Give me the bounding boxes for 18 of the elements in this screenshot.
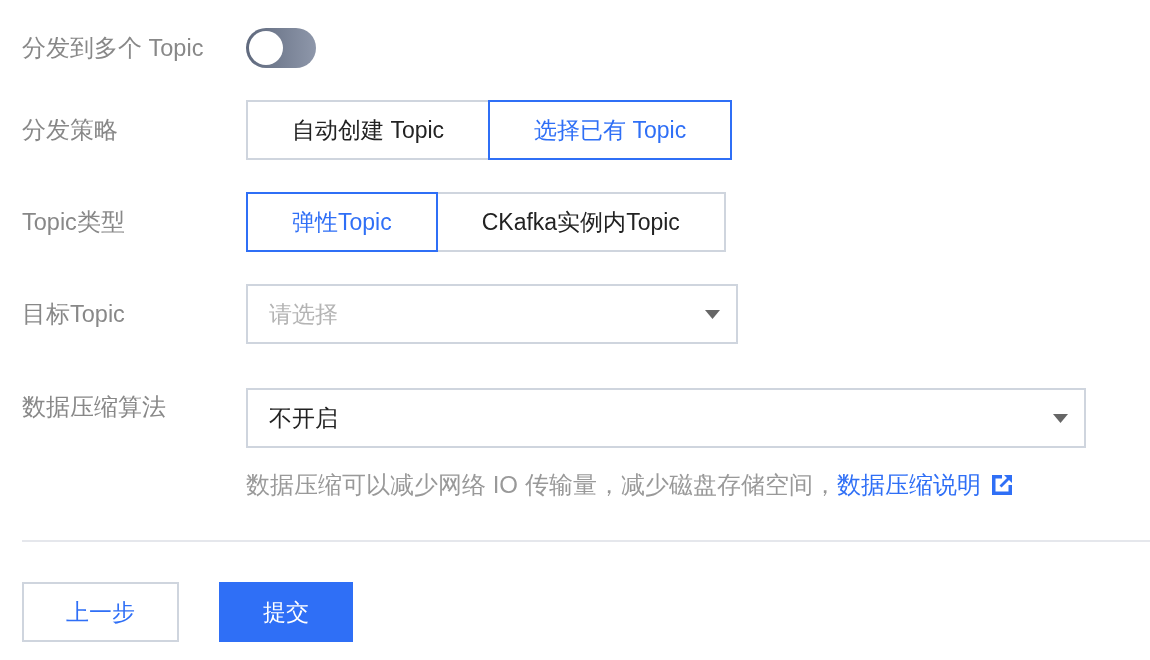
field-label: Topic类型 [22,208,125,237]
field-label: 分发策略 [22,116,118,145]
external-link-icon [991,475,1012,495]
back-button[interactable]: 上一步 [22,582,179,642]
segment-option[interactable]: 弹性Topic [246,192,438,252]
help-link[interactable]: 数据压缩说明 [836,470,1012,500]
segment-option[interactable]: 自动创建 Topic [246,100,491,160]
field-label: 目标Topic [22,300,125,329]
help-text: 数据压缩可以减少网络 IO 传输量，减少磁盘存储空间，数据压缩说明 [246,470,1086,500]
caret-icon [705,309,720,319]
segment-option[interactable]: 选择已有 Topic [488,100,733,160]
field-label: 数据压缩算法 [22,393,166,422]
field-label: 分发到多个 Topic [22,34,204,63]
segment-option[interactable]: CKafka实例内Topic [435,192,726,252]
submit-button[interactable]: 提交 [219,582,353,642]
toggle-switch[interactable] [246,28,316,68]
caret-icon [1053,413,1068,423]
select-field[interactable]: 不开启 [246,388,1086,448]
